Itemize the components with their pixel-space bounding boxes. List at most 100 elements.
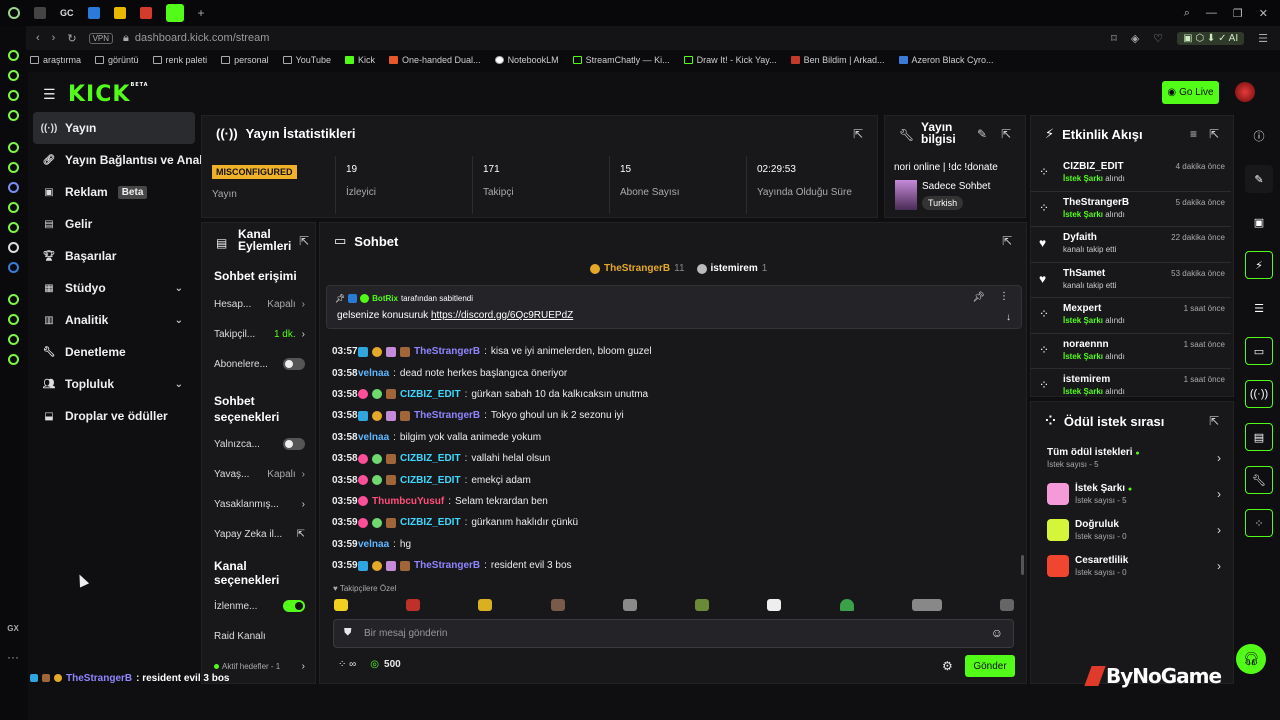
reward-item-all[interactable]: Tüm ödül istekleri ● İstek sayısı - 5 ›	[1031, 440, 1235, 476]
emote[interactable]	[999, 599, 1014, 611]
message-user[interactable]: CIZBIZ_EDIT	[400, 475, 461, 486]
player-icon[interactable]	[7, 294, 19, 305]
download-icon[interactable]	[7, 334, 19, 345]
bookmark[interactable]: YouTube	[282, 55, 331, 65]
info-icon[interactable]: ⓘ	[1245, 122, 1273, 150]
activity-event[interactable]: ⁘ istemirem İstek Şarkı alındı 1 saat önce	[1031, 369, 1231, 396]
more-icon[interactable]: ···	[7, 650, 19, 664]
activity-event[interactable]: ⁘ TheStrangerB İstek Şarkı alındı 5 dakika …	[1031, 192, 1231, 227]
emote[interactable]	[911, 599, 942, 611]
opera-logo-icon[interactable]	[8, 7, 20, 19]
activity-event[interactable]: ⁘ noraennn İstek Şarkı alındı 1 saat önce	[1031, 334, 1231, 369]
setting-slow-mode[interactable]: Yavaş... Kapalı ›	[202, 459, 315, 489]
sidebar-item-denetleme[interactable]: 🔧︎ Denetleme	[33, 336, 195, 368]
bookmark[interactable]: NotebookLM	[494, 55, 559, 65]
message-user[interactable]: CIZBIZ_EDIT	[400, 453, 461, 464]
menu-icon[interactable]: ☰	[1258, 32, 1268, 45]
setting-followers-only[interactable]: Takipçil... 1 dk. ›	[202, 319, 315, 349]
chat-icon[interactable]: ▭	[1245, 337, 1273, 365]
activity-event[interactable]: ♥ Dyfaith kanalı takip etti 22 dakika önce	[1031, 227, 1231, 263]
emote[interactable]	[695, 599, 710, 611]
back-icon[interactable]: ‹	[36, 32, 40, 44]
extensions-group[interactable]: ▣ ⬡ ⬇ ✓ AI	[1177, 31, 1245, 45]
pinned-by-user[interactable]: BotRix	[372, 294, 398, 303]
message-user[interactable]: velnaa	[358, 432, 389, 443]
reward-item-truth[interactable]: Doğruluk İstek sayısı - 0 ›	[1031, 512, 1235, 548]
tab-icon[interactable]	[113, 7, 126, 19]
gift-icon[interactable]: ⁘	[1245, 509, 1273, 537]
wrench-icon[interactable]: 🔧︎	[1245, 466, 1273, 494]
close-icon[interactable]: ✕	[1259, 7, 1268, 20]
scrollbar[interactable]	[1021, 555, 1024, 575]
setting-raid-channel[interactable]: Raid Kanalı	[202, 621, 315, 651]
sidebar-item-topluluk[interactable]: 👥︎ Topluluk ⌄	[33, 368, 195, 400]
sidebar-item-gelir[interactable]: ▤ Gelir	[33, 208, 195, 240]
broadcast-icon[interactable]: ((·))	[1245, 380, 1273, 408]
reward-item-dare[interactable]: Cesaretlilik İstek sayısı - 0 ›	[1031, 548, 1235, 584]
bookmark[interactable]: görüntü	[95, 55, 139, 65]
message-user[interactable]: velnaa	[358, 368, 389, 379]
sidebar-item-yayin[interactable]: ((·)) Yayın	[33, 112, 195, 144]
activity-event[interactable]: ⁘ CIZBIZ_EDIT İstek Şarkı alındı 4 dakika ö…	[1031, 156, 1231, 192]
avatar[interactable]	[1235, 82, 1255, 102]
whatsapp-icon[interactable]	[7, 162, 19, 173]
tab-icon[interactable]	[34, 7, 46, 19]
more-icon[interactable]: ⋮	[999, 291, 1009, 302]
history-icon[interactable]	[7, 90, 19, 101]
message-user[interactable]: TheStrangerB	[414, 346, 480, 357]
popout-icon[interactable]: ⇱	[1002, 234, 1012, 248]
url-field[interactable]: dashboard.kick.com/stream	[135, 32, 270, 44]
emote[interactable]	[406, 599, 421, 611]
message-user[interactable]: CIZBIZ_EDIT	[400, 389, 461, 400]
language-tag[interactable]: Turkish	[922, 196, 964, 210]
bookmark[interactable]: personal	[221, 55, 269, 65]
emote[interactable]	[839, 599, 854, 611]
edit-icon[interactable]: ✎	[977, 127, 987, 141]
bookmark[interactable]: Kick	[344, 55, 375, 65]
tab-icon[interactable]	[87, 7, 100, 19]
points-value[interactable]: 500	[384, 659, 401, 670]
popout-icon[interactable]: ⇱	[1209, 414, 1219, 428]
message-user[interactable]: TheStrangerB	[414, 410, 480, 421]
top-user-name[interactable]: istemirem	[711, 263, 758, 274]
viewer-count-toggle[interactable]	[283, 600, 305, 612]
emotes-only-toggle[interactable]	[283, 438, 305, 450]
hamburger-icon[interactable]: ☰	[43, 86, 56, 103]
sidebar-item-droplar[interactable]: ⬓ Droplar ve ödüller	[33, 400, 195, 432]
activity-event[interactable]: ♥ ThSamet kanalı takip etti 53 dakika önce	[1031, 263, 1231, 298]
clock-icon[interactable]	[7, 314, 19, 325]
emote[interactable]	[767, 599, 782, 611]
chat-settings-icon[interactable]: ⚙	[942, 659, 953, 673]
search-icon[interactable]: ⌕	[1184, 7, 1190, 20]
tiktok-icon[interactable]	[7, 222, 19, 233]
message-user[interactable]: CIZBIZ_EDIT	[400, 517, 461, 528]
message-user[interactable]: velnaa	[358, 539, 389, 550]
popout-icon[interactable]: ⇱	[853, 127, 863, 141]
pinned-link[interactable]: https://discord.gg/6Qc9RUEPdZ	[431, 310, 573, 321]
stats-icon[interactable]: ▣	[1245, 208, 1273, 236]
bookmark[interactable]: Azeron Black Cyro...	[898, 55, 994, 65]
bookmark[interactable]: Draw It! - Kick Yay...	[683, 55, 777, 65]
emote[interactable]	[478, 599, 493, 611]
sidebar-item-stream-key[interactable]: 🔗︎ Yayın Bağlantısı ve Anahtar	[33, 144, 222, 176]
emoji-icon[interactable]: ☺	[991, 626, 1003, 640]
popout-icon[interactable]: ⇱	[1209, 127, 1219, 141]
instagram-icon[interactable]	[7, 202, 19, 213]
emote[interactable]	[622, 599, 637, 611]
sidebar-item-analitik[interactable]: ▥ Analitik ⌄	[33, 304, 195, 336]
tab-icon[interactable]	[139, 7, 152, 19]
emote[interactable]	[334, 599, 348, 611]
settings-icon[interactable]	[7, 354, 19, 365]
sidebar-item-studyo[interactable]: ▦ Stüdyo ⌄	[33, 272, 195, 304]
bookmark[interactable]: StreamChatly — Ki...	[572, 55, 670, 65]
filter-icon[interactable]: ≡	[1190, 127, 1197, 141]
activity-event[interactable]: ⁘ Mexpert İstek Şarkı alındı 1 saat önce	[1031, 298, 1231, 334]
popout-icon[interactable]: ⇱	[299, 234, 309, 248]
x-icon[interactable]	[7, 242, 19, 253]
setting-account-age[interactable]: Hesap... Kapalı ›	[202, 289, 315, 319]
discord-icon[interactable]	[7, 182, 19, 193]
emote[interactable]	[550, 599, 565, 611]
bookmark[interactable]: Ben Bildim | Arkad...	[790, 55, 885, 65]
message-user[interactable]: ThumbcuYusuf	[372, 496, 444, 507]
setting-ai-moderation[interactable]: Yapay Zeka il... ⇱	[202, 519, 315, 549]
